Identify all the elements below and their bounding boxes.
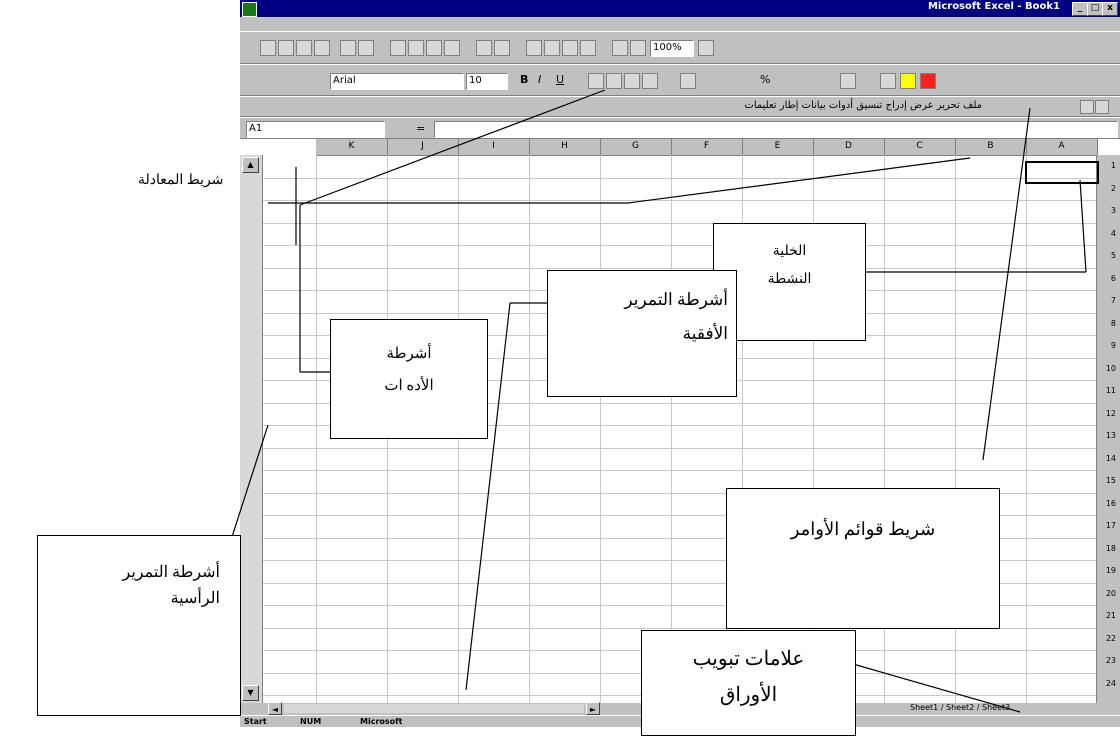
vscroll-callout: أشرطة التمرير الرأسية [37, 535, 241, 716]
hscroll-label-1: أشرطة التمرير [624, 290, 728, 309]
sheet-tabs-callout: علامات تبويب الأوراق [641, 630, 856, 736]
active-cell-label-1: الخلية [772, 244, 807, 259]
vscroll-label-1: أشرطة التمرير [122, 564, 221, 581]
toolbars-callout: أشرطة الأده ات [330, 319, 488, 439]
formula-bar-label: شريط المعادلة [138, 173, 224, 188]
toolbars-label-1: أشرطة [386, 346, 432, 362]
sheet-tabs-label-2: الأوراق [719, 684, 778, 706]
hscroll-callout: أشرطة التمرير الأفقية [547, 270, 737, 397]
hscroll-label-2: الأفقية [682, 324, 728, 343]
toolbars-label-2: الأده ات [384, 378, 434, 394]
sheet-tabs-label-1: علامات تبويب [692, 648, 805, 670]
menubar-label: شريط قوائم الأوامر [790, 519, 936, 539]
vscroll-label-2: الرأسية [170, 590, 220, 607]
menubar-callout: شريط قوائم الأوامر [726, 488, 1000, 629]
